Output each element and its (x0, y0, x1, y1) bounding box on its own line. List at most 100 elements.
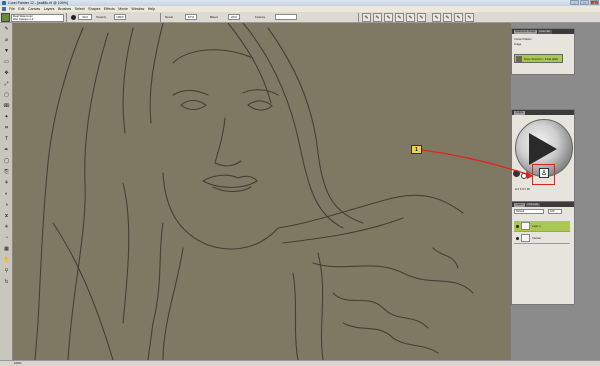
kaleidoscope-tool[interactable]: ✳ (2, 224, 11, 230)
transform-tool[interactable]: ⤢ (2, 81, 11, 87)
perspective-grid-icon: ▦ (4, 245, 9, 252)
transform-icon: ⤢ (4, 80, 9, 87)
layer-adjuster-icon: ✥ (4, 69, 9, 76)
visibility-eye-icon[interactable] (516, 224, 519, 228)
brush-preset-10-icon[interactable]: ✎ (465, 13, 474, 22)
pen-tool[interactable]: ✒ (2, 147, 11, 153)
mirror-tool[interactable]: ⧖ (2, 213, 11, 219)
menu-select[interactable]: Select (75, 7, 85, 11)
brush-preset-6-icon[interactable]: ✎ (417, 13, 426, 22)
layer-name: Layer 1 (532, 224, 541, 228)
magnifier-tool[interactable]: ⚲ (2, 268, 11, 274)
brush-preset-4-icon[interactable]: ✎ (395, 13, 404, 22)
divine-proportion-tool[interactable]: ◔ (2, 235, 11, 241)
composite-method-select[interactable]: Default (514, 209, 544, 214)
menu-brushes[interactable]: Brushes (58, 7, 71, 11)
menu-shapes[interactable]: Shapes (88, 7, 100, 11)
bleed-field[interactable]: 20% (228, 14, 240, 20)
paint-bucket-tool[interactable]: ▼ (2, 48, 11, 54)
eraser-icon: ▭ (4, 58, 9, 65)
menu-file[interactable]: File (9, 7, 15, 11)
tab-channels[interactable]: Channels (525, 203, 540, 207)
menu-edit[interactable]: Edit (18, 7, 24, 11)
brush-preset-1-icon[interactable]: ✎ (362, 13, 371, 22)
magic-wand-icon: ✦ (4, 113, 9, 120)
rectangular-selection-tool[interactable]: ▢ (2, 92, 11, 98)
drawing-canvas[interactable] (13, 23, 511, 360)
menu-layers[interactable]: Layers (44, 7, 55, 11)
brush-selector-icon[interactable] (1, 13, 10, 22)
lasso-tool[interactable]: ↂ (2, 103, 11, 109)
callout-highlight-box (532, 164, 555, 185)
layers-panel: Layers Channels Default 100 Layer 1 Canv… (511, 201, 575, 305)
size-field[interactable]: 30.0 (78, 14, 92, 20)
brush-preset-5-icon[interactable]: ✎ (406, 13, 415, 22)
brush-selector[interactable]: Real Watercolor Wet Opaque 2.2 (11, 13, 64, 22)
menu-movie[interactable]: Movie (118, 7, 128, 11)
layer-opacity-field[interactable]: 100 (548, 209, 562, 214)
resat-label: Resat (165, 15, 173, 19)
main-color-swatch[interactable] (513, 170, 520, 177)
dropper-tool[interactable]: ⌀ (2, 37, 11, 43)
dropper-icon: ⌀ (4, 36, 8, 43)
grabber-tool[interactable]: ✋ (2, 257, 11, 263)
tab-color-set[interactable]: Color Set (537, 30, 552, 34)
layer-row-canvas[interactable]: Canvas (514, 233, 570, 244)
cloner-tool[interactable]: ⎘ (2, 169, 11, 175)
layer-row-layer-1[interactable]: Layer 1 (514, 221, 570, 232)
menu-window[interactable]: Window (131, 7, 144, 11)
burn-tool[interactable]: ◑ (2, 202, 11, 208)
pen-icon: ✒ (4, 146, 9, 153)
close-button[interactable]: × (590, 0, 599, 5)
opacity-field[interactable]: 100% (114, 14, 126, 20)
perspective-grid-tool[interactable]: ▦ (2, 246, 11, 252)
menu-canvas[interactable]: Canvas (28, 7, 40, 11)
ref-option-image[interactable]: Image (514, 43, 567, 46)
divine-proportion-icon: ◔ (4, 234, 9, 241)
feature-slider[interactable] (275, 14, 297, 20)
rubber-stamp-tool[interactable]: ⚘ (2, 180, 11, 186)
saturation-value-triangle[interactable] (529, 133, 557, 165)
brush-preset-9-icon[interactable]: ✎ (454, 13, 463, 22)
ref-option-current-pattern[interactable]: Current Pattern (514, 38, 567, 41)
toolbox: ✎ ⌀ ▼ ▭ ✥ ⤢ ▢ ↂ ✦ ⌗ T ✒ ◯ ⎘ ⚘ ◐ ◑ ⧖ ✳ ◔ ▦ ✋ ⚲ ↻ (0, 23, 13, 360)
additional-color-swatch[interactable] (521, 173, 527, 179)
tab-colors[interactable]: Colors (514, 111, 525, 115)
kaleidoscope-icon: ✳ (4, 223, 9, 230)
brush-preset-7-icon[interactable]: ✎ (432, 13, 441, 22)
brush-preset-2-icon[interactable]: ✎ (373, 13, 382, 22)
minimize-button[interactable]: – (570, 0, 579, 5)
mirror-icon: ⧖ (4, 212, 9, 219)
feature-label: Feature (255, 15, 266, 19)
magic-wand-tool[interactable]: ✦ (2, 114, 11, 120)
reference-image-panel: Reference Image Color Set Current Patter… (511, 28, 575, 75)
brush-preset-3-icon[interactable]: ✎ (384, 13, 393, 22)
reference-image-item[interactable]: Dune Scorpion - Final (Ref) (514, 54, 563, 63)
tab-reference-image[interactable]: Reference Image (514, 30, 537, 34)
menu-effects[interactable]: Effects (104, 7, 115, 11)
shape-tool[interactable]: ◯ (2, 158, 11, 164)
lasso-icon: ↂ (3, 102, 10, 109)
rotate-page-tool[interactable]: ↻ (2, 279, 11, 285)
menu-help[interactable]: Help (148, 7, 155, 11)
dodge-icon: ◐ (4, 190, 9, 197)
rotate-page-icon: ↻ (4, 278, 9, 285)
brush-preset-8-icon[interactable]: ✎ (443, 13, 452, 22)
resat-field[interactable]: 67% (185, 14, 197, 20)
rectangular-selection-icon: ▢ (4, 91, 9, 98)
brush-variant: Wet Opaque 2.2 (13, 17, 34, 22)
visibility-eye-icon[interactable] (516, 236, 519, 240)
text-tool[interactable]: T (2, 136, 11, 142)
reference-thumbnail (516, 56, 522, 62)
maximize-button[interactable]: □ (580, 0, 589, 5)
separator (160, 13, 161, 22)
dodge-tool[interactable]: ◐ (2, 191, 11, 197)
text-icon: T (4, 135, 9, 142)
brush-tool[interactable]: ✎ (2, 26, 11, 32)
crop-tool[interactable]: ⌗ (2, 125, 11, 131)
eraser-tool[interactable]: ▭ (2, 59, 11, 65)
callout-number-marker: 1 (411, 145, 422, 154)
layer-adjuster-tool[interactable]: ✥ (2, 70, 11, 76)
tab-layers[interactable]: Layers (514, 203, 525, 207)
cloner-icon: ⎘ (4, 168, 9, 175)
